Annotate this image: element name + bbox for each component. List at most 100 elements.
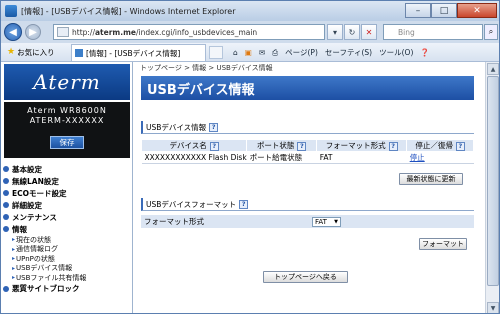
window-controls: – □ ✕ [405, 3, 497, 18]
back-arrow-icon: ◀ [9, 26, 17, 38]
search-icon[interactable]: ⌕ [484, 24, 498, 40]
section-title: USBデバイス情報 [146, 122, 207, 132]
sidebar-item-eco[interactable]: ECOモード設定 [3, 187, 131, 199]
sidebar-menu: 基本設定 無線LAN設定 ECOモード設定 詳細設定 メンテナンス 情報 ▸ 現在… [3, 163, 131, 295]
model-panel: Aterm WR8600N ATERM-XXXXXX 保存 [4, 102, 130, 158]
bullet-icon [3, 226, 9, 232]
column-header: デバイス名? [140, 139, 248, 152]
bullet-icon [3, 190, 9, 196]
url-prefix: http:// [72, 27, 95, 37]
format-label: フォーマット形式 [144, 217, 204, 226]
bullet-icon [3, 178, 9, 184]
browser-window: [情報] - [USBデバイス情報] - Windows Internet Ex… [0, 0, 500, 314]
favorites-button[interactable]: ★ お気に入り [7, 47, 55, 58]
sidebar: Aterm Aterm WR8600N ATERM-XXXXXX 保存 基本設定… [1, 62, 133, 313]
sidebar-item-maintenance[interactable]: メンテナンス [3, 211, 131, 223]
dropdown-arrow-icon[interactable]: ▾ [327, 24, 343, 40]
sidebar-subitem-status[interactable]: ▸ 現在の状態 [3, 235, 131, 245]
port-status-cell: ポート給電状態 [246, 151, 317, 164]
arrow-icon: ▸ [12, 264, 16, 272]
sidebar-subitem-upnp[interactable]: ▸ UPnPの状態 [3, 254, 131, 264]
minimize-button[interactable]: – [405, 3, 431, 18]
tools-menu[interactable]: ツール(O) [379, 47, 413, 58]
stop-link[interactable]: 停止 [410, 153, 425, 162]
refresh-icon[interactable]: ↻ [344, 24, 360, 40]
page-menu[interactable]: ページ(P) [285, 47, 318, 58]
url-path: /index.cgi/info_usbdevices_main [135, 27, 258, 37]
back-button[interactable]: ◀ [4, 23, 22, 41]
sidebar-subitem-usb-share[interactable]: ▸ USBファイル共有情報 [3, 273, 131, 283]
refresh-status-button[interactable]: 最新状態に更新 [399, 173, 463, 185]
table-row: XXXXXXXXXXXX Flash Disk ポート給電状態 FAT 停止 [141, 151, 474, 164]
section-title: USBデバイスフォーマット [146, 199, 237, 209]
sidebar-subitem-usb-device[interactable]: ▸ USBデバイス情報 [3, 264, 131, 274]
scroll-down-icon[interactable]: ▼ [487, 302, 499, 313]
bullet-icon [3, 166, 9, 172]
aterm-logo: Aterm [4, 64, 130, 100]
column-header: フォーマット形式? [316, 139, 408, 152]
device-table: デバイス名? ポート状態? フォーマット形式? 停止／復帰? XXXXXXXXX… [140, 139, 474, 164]
format-cell: FAT [316, 151, 407, 164]
bullet-icon [3, 214, 9, 220]
sidebar-item-advanced[interactable]: 詳細設定 [3, 199, 131, 211]
help-icon[interactable]: ? [239, 199, 249, 209]
address-input[interactable]: http://aterm.me/index.cgi/info_usbdevice… [53, 24, 325, 40]
safety-menu[interactable]: セーフティ(S) [325, 47, 372, 58]
print-icon[interactable]: ⎙ [272, 48, 278, 58]
sidebar-subitem-log[interactable]: ▸ 通信情報ログ [3, 245, 131, 255]
maximize-button[interactable]: □ [431, 3, 457, 18]
tab-favicon-icon [75, 49, 83, 57]
address-bar-row: ◀ ▶ http://aterm.me/index.cgi/info_usbde… [1, 21, 499, 43]
format-row: フォーマット形式 FAT ▼ [141, 215, 474, 228]
arrow-icon: ▸ [12, 274, 16, 282]
new-tab-button[interactable] [209, 46, 223, 59]
help-icon[interactable]: ❓ [420, 48, 429, 57]
stop-link-cell: 停止 [406, 151, 474, 164]
url-host: aterm.me [94, 27, 136, 37]
sidebar-item-wlan[interactable]: 無線LAN設定 [3, 175, 131, 187]
back-to-top-button[interactable]: トップページへ戻る [263, 271, 348, 283]
format-button[interactable]: フォーマット [419, 238, 467, 250]
sidebar-item-basic[interactable]: 基本設定 [3, 163, 131, 175]
arrow-icon: ▸ [12, 236, 16, 244]
model-name: Aterm WR8600N [27, 106, 107, 115]
page-content: Aterm Aterm WR8600N ATERM-XXXXXX 保存 基本設定… [1, 62, 485, 313]
page-title: USBデバイス情報 [141, 76, 474, 100]
forward-arrow-icon: ▶ [29, 26, 37, 38]
device-name-cell: XXXXXXXXXXXX Flash Disk [141, 151, 247, 164]
bullet-icon [3, 285, 9, 292]
column-header: 停止／復帰? [406, 139, 474, 152]
format-select[interactable]: FAT ▼ [312, 216, 341, 227]
page-icon [57, 27, 69, 37]
window-title: [情報] - [USBデバイス情報] - Windows Internet Ex… [21, 6, 236, 16]
help-icon[interactable]: ? [209, 122, 219, 132]
forward-button[interactable]: ▶ [25, 24, 41, 40]
help-icon[interactable]: ? [297, 141, 307, 151]
scroll-thumb[interactable] [487, 76, 499, 286]
save-button[interactable]: 保存 [50, 136, 84, 149]
command-bar: ★ お気に入り [情報] - [USBデバイス情報] ⌂ ▣ ✉ ⎙ ページ(P… [1, 43, 499, 62]
help-icon[interactable]: ? [388, 141, 398, 151]
star-icon: ★ [7, 47, 16, 57]
scroll-up-icon[interactable]: ▲ [487, 63, 499, 75]
breadcrumb: トップページ > 情報 > USBデバイス情報 [140, 64, 273, 72]
help-icon[interactable]: ? [209, 141, 219, 151]
arrow-icon: ▸ [12, 245, 16, 253]
close-button[interactable]: ✕ [457, 3, 497, 18]
vertical-scrollbar[interactable]: ▲ ▼ [485, 62, 499, 313]
mail-icon[interactable]: ✉ [259, 48, 265, 57]
search-input[interactable]: Bing [383, 24, 483, 40]
sidebar-item-site-block[interactable]: 悪質サイトブロック [3, 283, 131, 295]
main-panel: トップページ > 情報 > USBデバイス情報 USBデバイス情報 USBデバイ… [136, 62, 485, 313]
section-usb-format: USBデバイスフォーマット ? [141, 198, 474, 211]
home-icon[interactable]: ⌂ [233, 48, 238, 57]
device-id: ATERM-XXXXXX [29, 116, 105, 125]
browser-tab[interactable]: [情報] - [USBデバイス情報] [71, 44, 206, 61]
stop-icon[interactable]: ✕ [361, 24, 377, 40]
feeds-icon[interactable]: ▣ [245, 48, 252, 57]
section-usb-device-info: USBデバイス情報 ? [141, 121, 474, 134]
bullet-icon [3, 202, 9, 208]
title-bar: [情報] - [USBデバイス情報] - Windows Internet Ex… [1, 1, 499, 21]
help-icon[interactable]: ? [455, 141, 465, 151]
sidebar-item-info[interactable]: 情報 [3, 223, 131, 235]
